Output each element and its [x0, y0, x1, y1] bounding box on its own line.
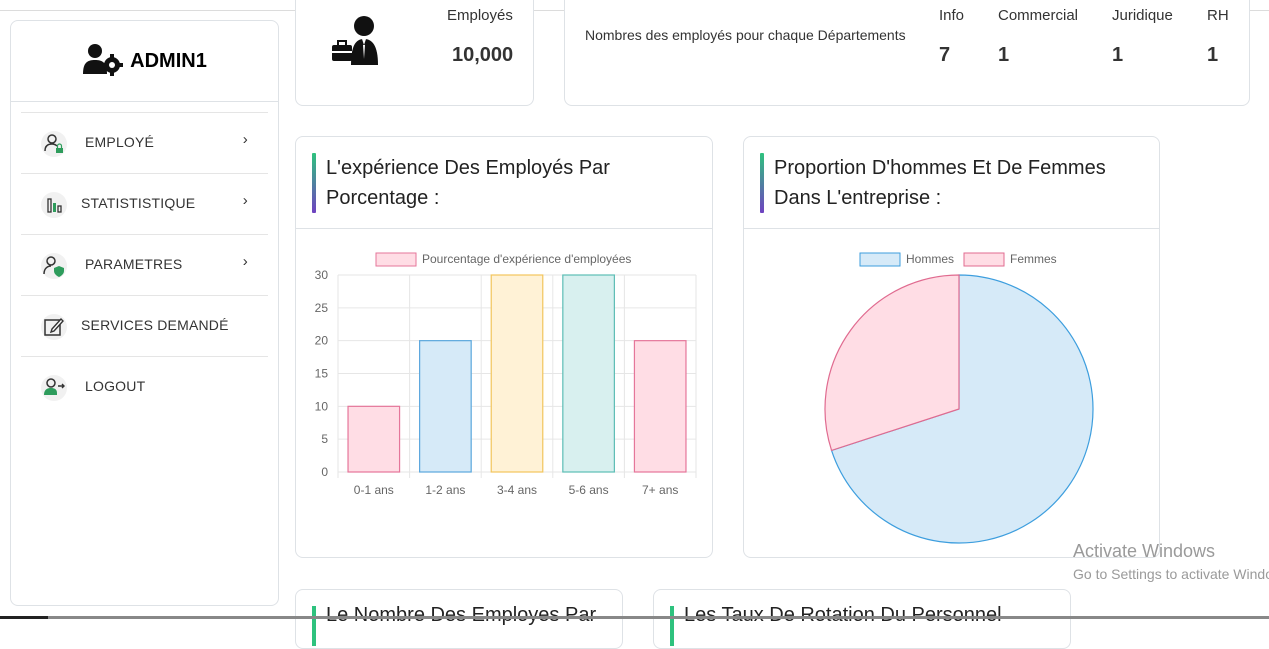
gender-chart-card: Proportion D'hommes Et De Femmes Dans L'…: [743, 136, 1160, 558]
departments-label: Nombres des employés pour chaque Départe…: [585, 27, 906, 43]
sidebar-item-label: EMPLOYÉ: [85, 134, 155, 150]
dept-name-commercial: Commercial: [998, 7, 1079, 24]
accent-bar: [760, 153, 764, 213]
gender-pie-chart: Hommes Femmes: [824, 252, 1094, 544]
activate-windows-title: Activate Windows: [1073, 541, 1216, 561]
accent-bar: [670, 606, 674, 646]
accent-bar: [312, 153, 316, 213]
experience-card-title: L'expérience Des Employés Par Porcentage…: [326, 157, 610, 209]
accent-bar: [312, 606, 316, 646]
sidebar-item-statistique[interactable]: STATISTISTIQUE ›: [21, 174, 268, 235]
turnover-rate-card: Les Taux De Rotation Du Personnel: [653, 589, 1071, 649]
employees-count: 10,000: [452, 44, 514, 66]
experience-chart-card: L'expérience Des Employés Par Porcentage…: [295, 136, 713, 558]
dept-name-rh: RH: [1207, 7, 1229, 24]
y-tick-label: 5: [321, 432, 328, 446]
legend-swatch: [859, 252, 901, 267]
y-tick-label: 30: [315, 268, 329, 282]
bar: [562, 274, 615, 473]
chevron-right-icon: ›: [242, 131, 248, 148]
chevron-right-icon: ›: [242, 253, 248, 270]
user-shield-icon: [41, 253, 67, 279]
sidebar-title: ADMIN1: [130, 49, 207, 72]
experience-card-header: L'expérience Des Employés Par Porcentage…: [296, 137, 712, 229]
bar-chart-icon: [41, 192, 67, 218]
legend-label: Hommes: [906, 252, 954, 266]
bar: [419, 340, 472, 473]
gender-card-title: Proportion D'hommes Et De Femmes Dans L'…: [774, 157, 1106, 209]
y-tick-label: 25: [315, 301, 329, 315]
legend-swatch: [375, 252, 417, 267]
y-tick-label: 0: [321, 465, 328, 479]
x-tick-label: 1-2 ans: [425, 483, 465, 497]
user-lock-icon: [41, 131, 67, 157]
sidebar-item-label: SERVICES DEMANDÉ: [81, 317, 229, 333]
edit-icon: [41, 314, 67, 340]
legend-label: Femmes: [1010, 252, 1057, 266]
bar: [633, 340, 687, 473]
chevron-right-icon: ›: [242, 192, 248, 209]
x-tick-label: 3-4 ans: [497, 483, 537, 497]
experience-bar-chart: Pourcentage d'expérience d'employées 0 5 10…: [315, 252, 697, 497]
bar: [490, 274, 544, 473]
y-tick-label: 15: [315, 367, 329, 381]
dept-count-info: 7: [939, 44, 951, 66]
sidebar: ADMIN1 EMPLOYÉ › STATISTISTIQUE › PARAME…: [10, 20, 279, 606]
departments-card: Nombres des employés pour chaque Départe…: [564, 0, 1250, 106]
activate-windows-subtitle: Go to Settings to activate Windows.: [1073, 566, 1269, 582]
dept-name-juridique: Juridique: [1112, 7, 1173, 24]
sidebar-item-label: PARAMETRES: [85, 256, 183, 272]
sidebar-item-employe[interactable]: EMPLOYÉ ›: [21, 113, 268, 174]
legend-label: Pourcentage d'expérience d'employées: [422, 252, 631, 266]
sidebar-item-logout[interactable]: LOGOUT: [21, 357, 268, 417]
sidebar-item-parametres[interactable]: PARAMETRES ›: [21, 235, 268, 296]
y-tick-label: 20: [315, 334, 329, 348]
sidebar-item-label: LOGOUT: [85, 378, 146, 394]
employees-label: Employés: [447, 7, 513, 24]
businessman-icon: [331, 15, 381, 70]
legend-swatch: [963, 252, 1005, 267]
dept-count-juridique: 1: [1112, 44, 1124, 66]
x-tick-label: 0-1 ans: [354, 483, 394, 497]
admin-settings-icon: [82, 42, 124, 81]
y-tick-label: 10: [315, 399, 329, 413]
x-tick-label: 5-6 ans: [569, 483, 609, 497]
bar: [347, 405, 401, 473]
gender-card-header: Proportion D'hommes Et De Femmes Dans L'…: [744, 137, 1159, 229]
employees-by-card: Le Nombre Des Employes Par: [295, 589, 623, 649]
sidebar-menu: EMPLOYÉ › STATISTISTIQUE › PARAMETRES › …: [21, 112, 268, 417]
logout-icon: [41, 375, 67, 401]
dept-name-info: Info: [939, 7, 965, 24]
dept-count-rh: 1: [1207, 44, 1219, 66]
sidebar-item-services[interactable]: SERVICES DEMANDÉ: [21, 296, 268, 357]
employees-stat-card: Employés 10,000: [295, 0, 534, 106]
dept-count-commercial: 1: [998, 44, 1010, 66]
x-tick-label: 7+ ans: [642, 483, 678, 497]
sidebar-header: ADMIN1: [11, 21, 278, 102]
sidebar-item-label: STATISTISTIQUE: [81, 195, 196, 211]
